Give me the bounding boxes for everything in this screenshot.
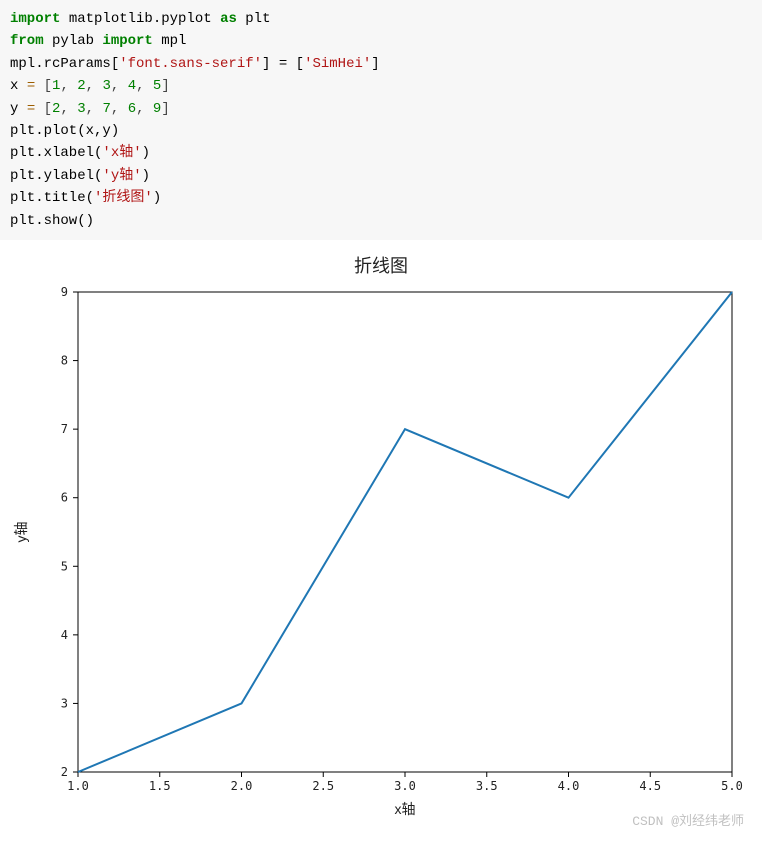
svg-text:1.5: 1.5: [149, 779, 171, 793]
keyword-as: as: [220, 11, 237, 27]
svg-text:3.5: 3.5: [476, 779, 498, 793]
code-line: import matplotlib.pyplot as plt: [10, 8, 752, 30]
svg-text:3: 3: [61, 696, 68, 710]
string-literal: 'x轴': [102, 145, 141, 161]
svg-text:5.0: 5.0: [721, 779, 743, 793]
code-block: import matplotlib.pyplot as plt from pyl…: [0, 0, 762, 240]
svg-text:9: 9: [61, 285, 68, 299]
svg-text:4.0: 4.0: [558, 779, 580, 793]
string-literal: 'y轴': [102, 168, 141, 184]
code-line: plt.plot(x,y): [10, 120, 752, 142]
svg-text:2.5: 2.5: [312, 779, 334, 793]
svg-text:4: 4: [61, 628, 68, 642]
line-chart: 1.01.52.02.53.03.54.04.55.023456789x轴y轴: [8, 282, 752, 822]
string-literal: '折线图': [94, 190, 153, 206]
svg-text:3.0: 3.0: [394, 779, 416, 793]
keyword-import: import: [10, 11, 60, 27]
code-line: plt.ylabel('y轴'): [10, 165, 752, 187]
svg-text:y轴: y轴: [13, 521, 29, 542]
watermark-text: CSDN @刘经纬老师: [0, 810, 762, 829]
string-literal: 'SimHei': [304, 56, 371, 72]
string-literal: 'font.sans-serif': [119, 56, 262, 72]
keyword-from: from: [10, 33, 44, 49]
code-line: x = [1, 2, 3, 4, 5]: [10, 75, 752, 97]
code-line: mpl.rcParams['font.sans-serif'] = ['SimH…: [10, 53, 752, 75]
code-line: from pylab import mpl: [10, 30, 752, 52]
code-line: plt.title('折线图'): [10, 187, 752, 209]
code-line: y = [2, 3, 7, 6, 9]: [10, 98, 752, 120]
svg-text:5: 5: [61, 559, 68, 573]
chart-title: 折线图: [8, 252, 754, 278]
code-line: plt.show(): [10, 210, 752, 232]
chart-output: 折线图 1.01.52.02.53.03.54.04.55.023456789x…: [0, 240, 762, 826]
svg-text:2.0: 2.0: [231, 779, 253, 793]
svg-text:8: 8: [61, 353, 68, 367]
code-line: plt.xlabel('x轴'): [10, 142, 752, 164]
svg-text:6: 6: [61, 491, 68, 505]
svg-text:2: 2: [61, 765, 68, 779]
svg-text:4.5: 4.5: [639, 779, 661, 793]
svg-text:7: 7: [61, 422, 68, 436]
svg-text:1.0: 1.0: [67, 779, 89, 793]
keyword-import: import: [102, 33, 152, 49]
